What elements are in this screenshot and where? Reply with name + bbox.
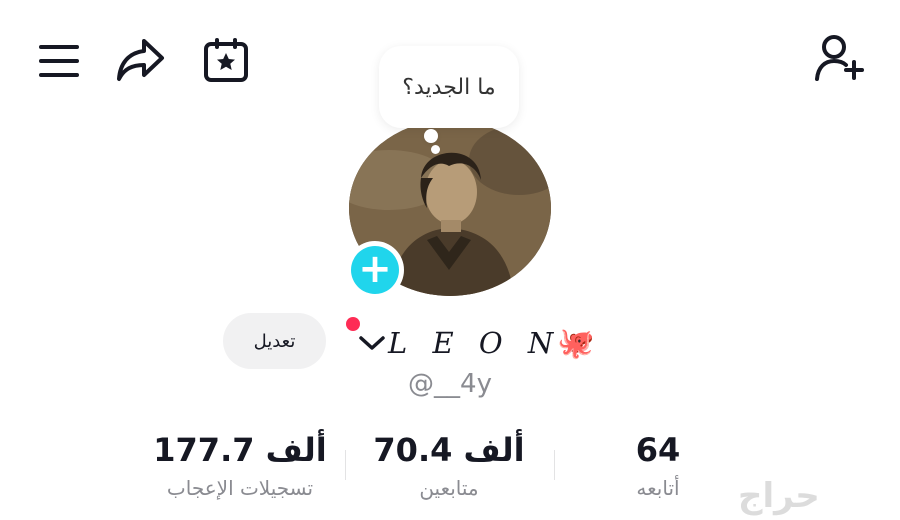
add-story-button[interactable]: + (346, 241, 404, 299)
stat-label: تسجيلات الإعجاب (166, 476, 314, 500)
status-bubble[interactable]: ما الجديد؟ (379, 46, 519, 128)
calendar-star-icon[interactable] (202, 36, 250, 84)
stat-following[interactable]: 64 أتابعه (558, 430, 758, 500)
stat-divider (345, 450, 346, 480)
stat-divider (554, 450, 555, 480)
stat-followers[interactable]: 70.4 ألف متابعين (349, 430, 549, 500)
bubble-tail-dot-small (431, 145, 440, 154)
stat-value: 64 (635, 431, 681, 469)
watermark: حراج (738, 476, 820, 516)
status-bubble-text: ما الجديد؟ (402, 74, 496, 100)
stat-label: أتابعه (636, 476, 680, 500)
plus-icon: + (351, 246, 399, 294)
share-icon[interactable] (114, 36, 166, 84)
stat-likes[interactable]: 177.7 ألف تسجيلات الإعجاب (140, 430, 340, 500)
edit-profile-button[interactable]: تعديل (223, 313, 326, 369)
stat-value: 177.7 ألف (153, 431, 327, 469)
profile-emoji: 🐙 (557, 325, 595, 361)
stat-value: 70.4 ألف (373, 431, 525, 469)
stat-label: متابعين (419, 476, 479, 500)
profile-name: L E O N (388, 326, 562, 360)
chevron-down-icon[interactable] (358, 333, 386, 353)
add-user-icon[interactable] (814, 34, 868, 84)
profile-name-row[interactable]: L E O N 🐙 (358, 320, 595, 366)
username: @__4y (408, 369, 492, 399)
menu-icon[interactable] (36, 38, 82, 84)
bubble-tail-dot (424, 129, 438, 143)
